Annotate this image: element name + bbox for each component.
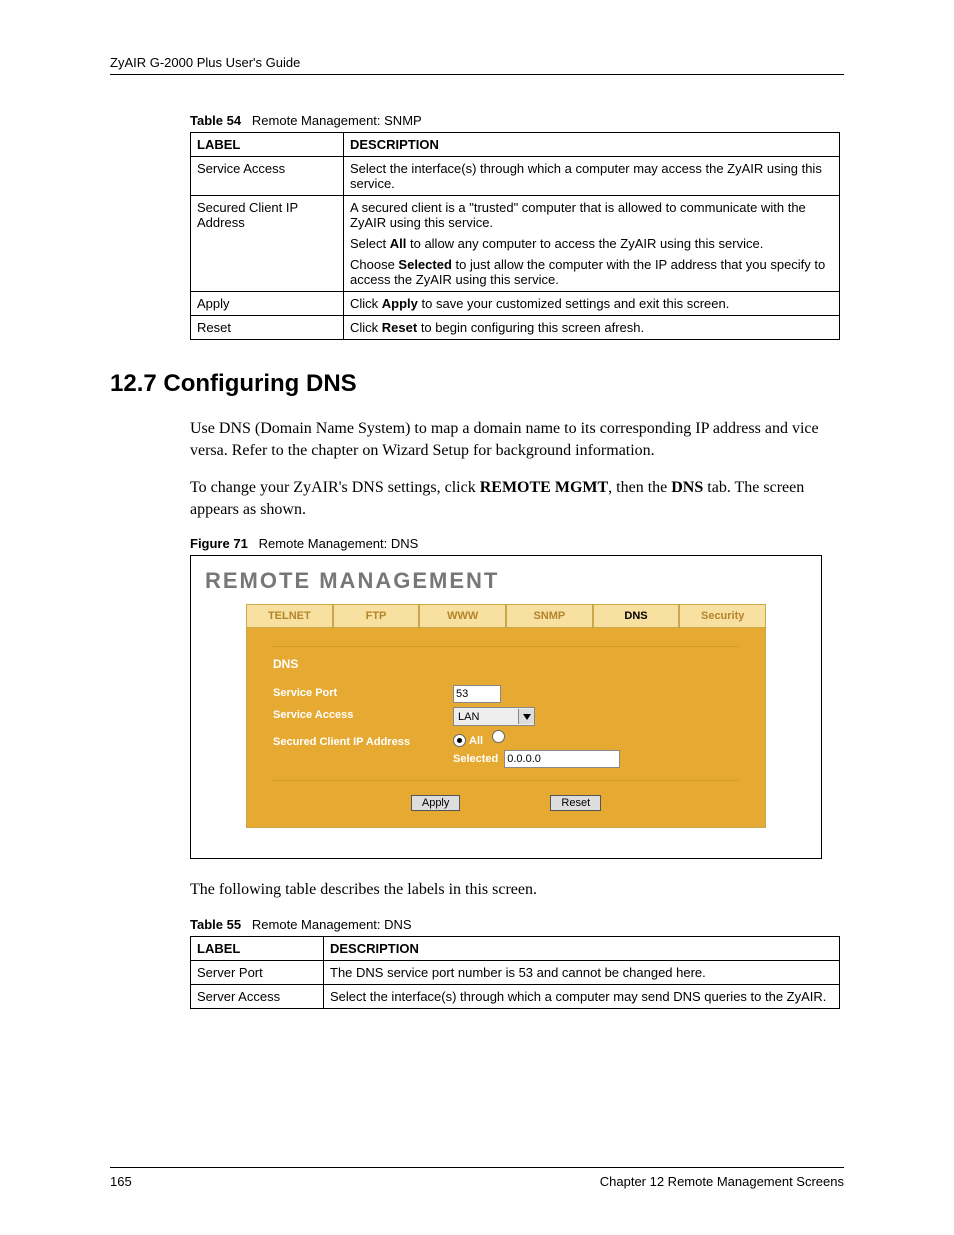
table54-caption: Table 54 Remote Management: SNMP [190, 113, 844, 128]
tab-www[interactable]: WWW [419, 604, 506, 627]
dns-panel: DNS Service Port Service Access LAN [246, 627, 766, 828]
chevron-down-icon [518, 709, 534, 724]
table-cell-label: Apply [191, 292, 344, 316]
table-cell-desc: The DNS service port number is 53 and ca… [324, 960, 840, 984]
reset-button[interactable]: Reset [550, 795, 601, 811]
table55-caption: Table 55 Remote Management: DNS [190, 917, 844, 932]
radio-dot-icon [453, 734, 466, 747]
input-service-port[interactable] [453, 685, 501, 703]
figure71-caption-text: Remote Management: DNS [259, 536, 419, 551]
page-footer: 165 Chapter 12 Remote Management Screens [110, 1167, 844, 1189]
table54-caption-text: Remote Management: SNMP [252, 113, 422, 128]
tab-telnet[interactable]: TELNET [246, 604, 333, 627]
tab-dns[interactable]: DNS [593, 604, 680, 627]
tab-security[interactable]: Security [679, 604, 766, 627]
table-54: LABEL DESCRIPTION Service AccessSelect t… [190, 132, 840, 340]
figure71-screenshot: REMOTE MANAGEMENT TELNETFTPWWWSNMPDNSSec… [190, 555, 822, 859]
table55-caption-text: Remote Management: DNS [252, 917, 412, 932]
figure71-caption: Figure 71 Remote Management: DNS [190, 536, 844, 551]
section-para-3: The following table describes the labels… [190, 879, 844, 901]
table-row: Server AccessSelect the interface(s) thr… [191, 984, 840, 1008]
tab-ftp[interactable]: FTP [333, 604, 420, 627]
table-row: ResetClick Reset to begin configuring th… [191, 316, 840, 340]
label-service-port: Service Port [273, 685, 453, 699]
select-service-access[interactable]: LAN [453, 707, 535, 726]
input-secured-ip[interactable] [504, 750, 620, 768]
table-row: Secured Client IP AddressA secured clien… [191, 196, 840, 292]
tab-row: TELNETFTPWWWSNMPDNSSecurity [246, 604, 766, 627]
guide-title: ZyAIR G-2000 Plus User's Guide [110, 55, 300, 70]
table55-col-desc: DESCRIPTION [324, 936, 840, 960]
table-cell-desc: Click Reset to begin configuring this sc… [344, 316, 840, 340]
table-cell-label: Service Access [191, 157, 344, 196]
table-cell-desc: Select the interface(s) through which a … [344, 157, 840, 196]
table-55: LABEL DESCRIPTION Server PortThe DNS ser… [190, 936, 840, 1009]
table-cell-desc: Select the interface(s) through which a … [324, 984, 840, 1008]
table-cell-label: Reset [191, 316, 344, 340]
table-cell-desc: A secured client is a "trusted" computer… [344, 196, 840, 292]
radio-selected-label: Selected [453, 753, 498, 765]
section-para-2: To change your ZyAIR's DNS settings, cli… [190, 477, 844, 520]
table-cell-label: Server Access [191, 984, 324, 1008]
table-row: ApplyClick Apply to save your customized… [191, 292, 840, 316]
section-para-1: Use DNS (Domain Name System) to map a do… [190, 418, 844, 461]
tab-snmp[interactable]: SNMP [506, 604, 593, 627]
figure71-caption-label: Figure 71 [190, 536, 248, 551]
radio-all[interactable]: All [453, 734, 483, 747]
table-cell-label: Server Port [191, 960, 324, 984]
table-row: Server PortThe DNS service port number i… [191, 960, 840, 984]
table54-col-label: LABEL [191, 133, 344, 157]
select-service-access-value: LAN [454, 711, 518, 723]
radio-selected[interactable] [492, 730, 505, 743]
dns-group-heading: DNS [273, 657, 739, 671]
remote-management-title: REMOTE MANAGEMENT [205, 568, 821, 594]
table54-caption-label: Table 54 [190, 113, 241, 128]
table55-caption-label: Table 55 [190, 917, 241, 932]
running-header: ZyAIR G-2000 Plus User's Guide [110, 55, 844, 75]
section-heading: 12.7 Configuring DNS [110, 370, 844, 398]
label-secured-ip: Secured Client IP Address [273, 730, 453, 748]
page-number: 165 [110, 1174, 132, 1189]
radio-all-label: All [469, 735, 483, 747]
table-row: Service AccessSelect the interface(s) th… [191, 157, 840, 196]
table54-col-desc: DESCRIPTION [344, 133, 840, 157]
label-service-access: Service Access [273, 707, 453, 721]
table-cell-label: Secured Client IP Address [191, 196, 344, 292]
table-cell-desc: Click Apply to save your customized sett… [344, 292, 840, 316]
radio-dot-icon [492, 730, 505, 743]
apply-button[interactable]: Apply [411, 795, 461, 811]
chapter-title: Chapter 12 Remote Management Screens [600, 1174, 844, 1189]
table55-col-label: LABEL [191, 936, 324, 960]
